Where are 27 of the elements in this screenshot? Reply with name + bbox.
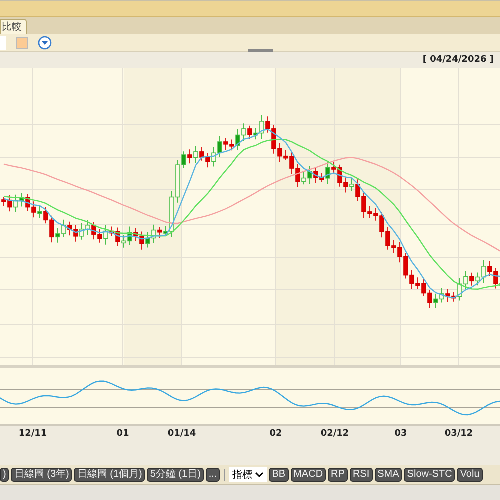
range-button[interactable]: ) — [0, 468, 10, 482]
indicator-button[interactable]: SMA — [374, 468, 402, 482]
caret-icon — [255, 472, 264, 478]
axis-label: 02/12 — [320, 429, 350, 439]
axis-label: 01/14 — [168, 429, 196, 439]
indicator-button[interactable]: RSI — [350, 468, 373, 482]
input-field[interactable] — [0, 36, 6, 50]
range-button[interactable]: ... — [206, 468, 220, 482]
compare-tab[interactable]: 比較 — [0, 19, 27, 34]
axis-label: 03/12 — [444, 429, 474, 439]
date-label: [ 04/24/2026 ] — [422, 55, 494, 65]
axis-label: 02 — [270, 429, 282, 439]
scroll-handle[interactable] — [248, 49, 273, 52]
axis-label: 03 — [394, 429, 408, 439]
indicator-button[interactable]: RP — [328, 468, 348, 482]
indicator-button[interactable]: BB — [269, 468, 289, 482]
axis-label: 12/11 — [18, 429, 48, 439]
axis-label: 01 — [116, 429, 130, 439]
dropdown-icon[interactable] — [38, 36, 52, 50]
indicator-select[interactable]: 指標 — [229, 467, 268, 482]
indicator-button[interactable]: Slow-STC — [404, 468, 456, 482]
range-button[interactable]: 日線圖 (3年) — [11, 468, 72, 482]
range-button[interactable]: 日線圖 (1個月) — [74, 468, 146, 482]
indicator-button[interactable]: Volu — [457, 468, 483, 482]
color-swatch[interactable] — [16, 36, 28, 48]
indicator-button[interactable]: MACD — [290, 468, 326, 482]
range-button[interactable]: 5分鐘 (1日) — [147, 468, 204, 482]
